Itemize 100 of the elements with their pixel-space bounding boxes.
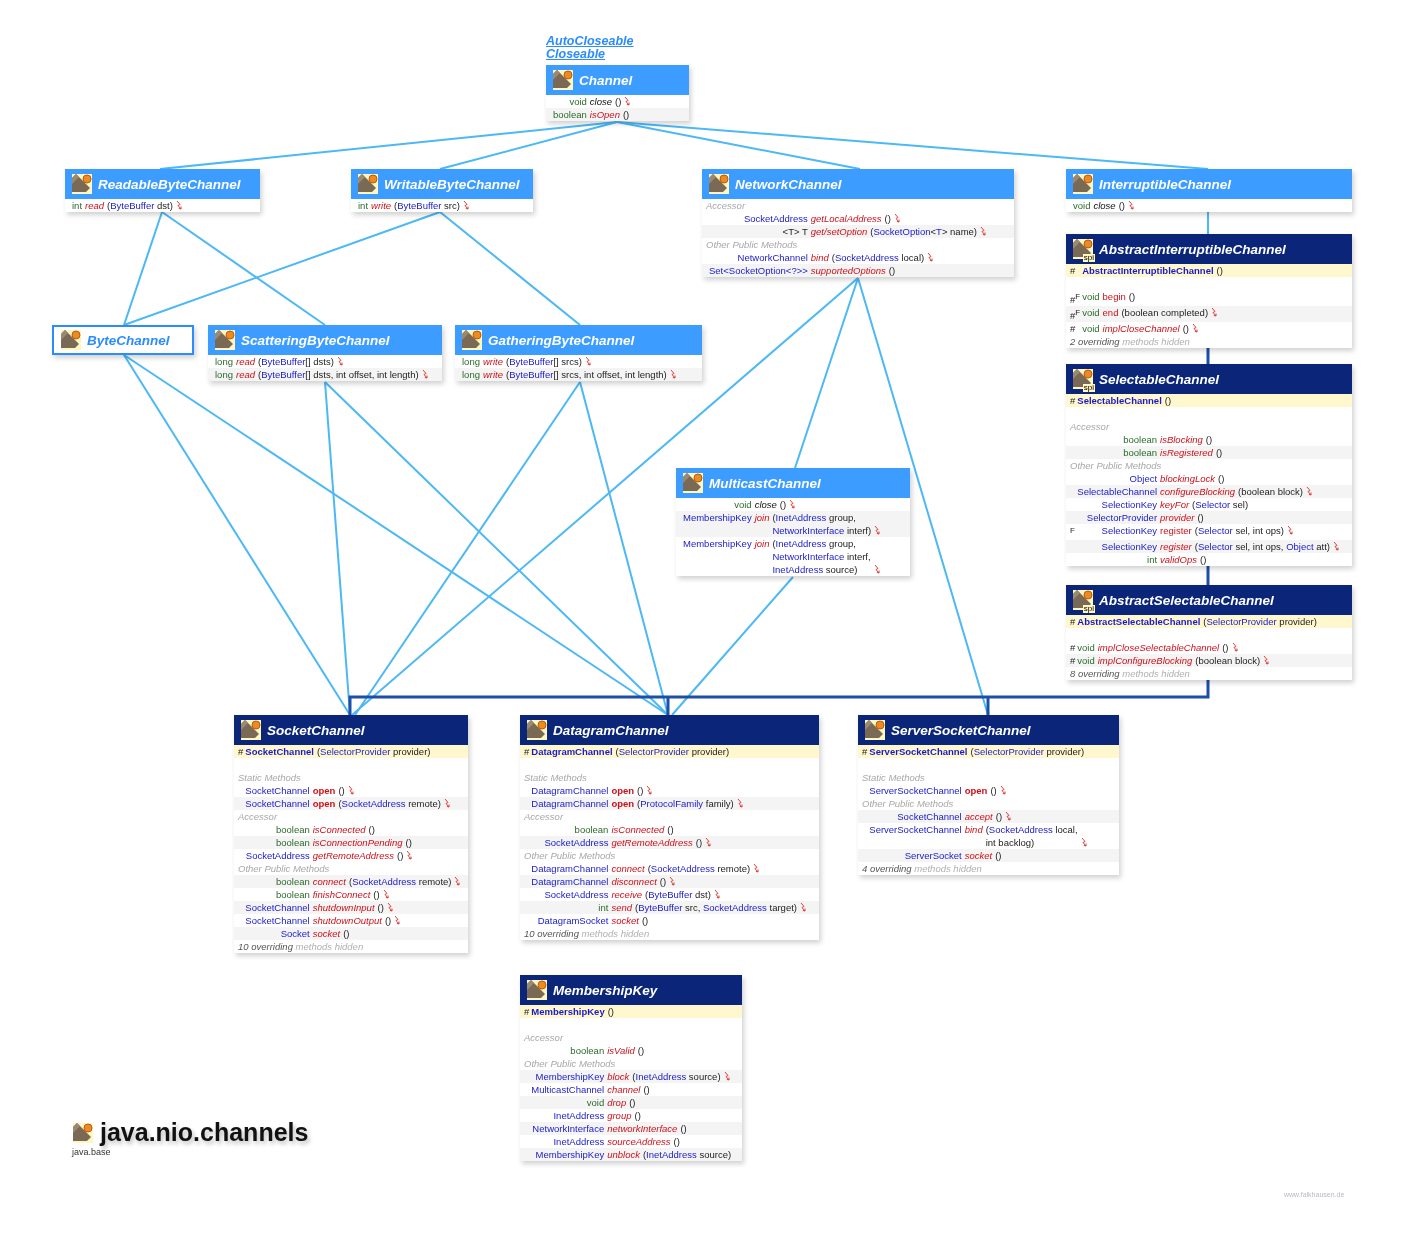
method-signature[interactable]: isOpen (): [589, 108, 630, 121]
section-label: Other Public Methods: [523, 1058, 616, 1069]
method-signature[interactable]: validOps (): [1160, 553, 1207, 567]
return-type: SocketAddress: [245, 850, 310, 861]
return-type: SocketChannel: [245, 798, 310, 809]
class-icon: [1072, 589, 1094, 611]
return-type: SocketChannel: [897, 811, 962, 822]
method-signature[interactable]: channel (): [607, 1083, 650, 1096]
method-signature[interactable]: isBlocking (): [1160, 433, 1213, 446]
method-signature[interactable]: isValid (): [607, 1044, 645, 1057]
method-signature[interactable]: write (ByteBuffer[] srcs): [482, 355, 582, 368]
hidden-methods-note: 10 overriding methods hidden: [523, 928, 650, 939]
method-signature[interactable]: join (InetAddress group, NetworkInterface interf): [754, 511, 872, 537]
method-signature[interactable]: open (): [312, 784, 345, 797]
class-name[interactable]: DatagramChannel: [553, 722, 669, 738]
method-signature[interactable]: open (SocketAddress remote): [312, 797, 441, 810]
method-signature[interactable]: open (ProtocolFamily family): [611, 797, 734, 810]
modifier: #: [1070, 395, 1076, 406]
method-signature[interactable]: implCloseSelectableChannel (): [1097, 641, 1229, 654]
method-signature[interactable]: disconnect (): [611, 875, 667, 888]
method-signature[interactable]: socket (): [964, 849, 1002, 862]
method-signature[interactable]: register (Selector sel, int ops): [1160, 524, 1284, 537]
method-signature[interactable]: shutdownOutput (): [312, 914, 392, 927]
return-type: void: [1077, 655, 1095, 666]
method-signature[interactable]: open (): [611, 784, 644, 797]
method-signature[interactable]: drop (): [607, 1096, 636, 1109]
method-signature[interactable]: write (ByteBuffer src): [371, 199, 460, 212]
method-signature[interactable]: end (boolean completed): [1102, 306, 1209, 320]
class-icon: [708, 173, 730, 195]
method-signature[interactable]: isConnectionPending (): [312, 836, 412, 849]
class-icon: [60, 329, 82, 351]
method-signature[interactable]: isConnected (): [312, 823, 375, 836]
class-name[interactable]: SocketChannel: [267, 722, 365, 738]
method-signature[interactable]: keyFor (Selector sel): [1160, 498, 1249, 511]
constructor-signature[interactable]: SocketChannel (SelectorProvider provider): [245, 745, 431, 758]
method-signature[interactable]: bind (SocketAddress local): [810, 251, 925, 264]
class-icon: [864, 719, 886, 741]
section-label: Other Public Methods: [237, 863, 330, 874]
method-signature[interactable]: networkInterface (): [607, 1122, 687, 1135]
class-name[interactable]: AbstractInterruptibleChannel: [1099, 241, 1286, 257]
method-signature[interactable]: unblock (InetAddress source): [607, 1148, 732, 1161]
return-type: MembershipKey: [683, 538, 752, 549]
method-signature[interactable]: getRemoteAddress (): [611, 836, 703, 849]
method-signature[interactable]: block (InetAddress source): [607, 1070, 721, 1083]
method-signature[interactable]: accept (): [964, 810, 1003, 823]
method-signature[interactable]: begin (): [1102, 290, 1136, 303]
method-signature[interactable]: isConnected (): [611, 823, 674, 836]
method-signature[interactable]: finishConnect (): [312, 888, 380, 901]
method-signature[interactable]: receive (ByteBuffer dst): [611, 888, 711, 901]
method-signature[interactable]: read (ByteBuffer[] dsts): [235, 355, 334, 368]
method-signature[interactable]: send (ByteBuffer src, SocketAddress target): [611, 901, 797, 914]
method-signature[interactable]: connect (SocketAddress remote): [312, 875, 452, 888]
method-signature[interactable]: close (): [589, 95, 622, 108]
constructor-signature[interactable]: DatagramChannel (SelectorProvider provider): [531, 745, 730, 758]
class-name[interactable]: AbstractSelectableChannel: [1099, 592, 1274, 608]
method-signature[interactable]: provider (): [1160, 511, 1204, 524]
return-type: DatagramSocket: [537, 915, 609, 926]
section-label: Accessor: [523, 1032, 564, 1043]
method-signature[interactable]: group (): [607, 1109, 641, 1122]
constructor-signature[interactable]: ServerSocketChannel (SelectorProvider provider): [869, 745, 1085, 758]
constructor-signature[interactable]: SelectableChannel (): [1077, 394, 1172, 407]
module-name: java.base: [72, 1147, 112, 1157]
method-signature[interactable]: bind (SocketAddress local, int backlog): [964, 823, 1078, 849]
section-label: Accessor: [237, 811, 278, 822]
method-signature[interactable]: read (ByteBuffer[] dsts, int offset, int length): [235, 368, 419, 381]
class-name[interactable]: SelectableChannel: [1099, 371, 1220, 387]
method-signature[interactable]: implConfigureBlocking (boolean block): [1097, 654, 1261, 667]
method-signature[interactable]: configureBlocking (boolean block): [1160, 485, 1304, 498]
method-signature[interactable]: getRemoteAddress (): [312, 849, 404, 862]
method-signature[interactable]: blockingLock (): [1160, 472, 1225, 485]
method-signature[interactable]: isRegistered (): [1160, 446, 1223, 459]
method-signature[interactable]: socket (): [611, 914, 649, 927]
method-signature[interactable]: shutdownInput (): [312, 901, 384, 914]
method-signature[interactable]: close (): [1093, 199, 1125, 212]
method-signature[interactable]: open (): [964, 784, 997, 797]
return-type: boolean: [570, 1045, 605, 1056]
constructor-signature[interactable]: MembershipKey (): [531, 1005, 614, 1018]
method-signature[interactable]: implCloseChannel (): [1102, 322, 1189, 336]
method-signature[interactable]: register (Selector sel, int ops, Object att): [1160, 540, 1330, 554]
hidden-methods-note: 2 overriding methods hidden: [1069, 336, 1190, 348]
method-signature[interactable]: getLocalAddress (): [810, 212, 891, 225]
return-type: InetAddress: [553, 1110, 605, 1121]
return-type: ServerSocketChannel: [869, 824, 962, 835]
return-type: int: [598, 902, 609, 913]
method-signature[interactable]: join (InetAddress group, NetworkInterface interf, InetAddress source): [754, 537, 871, 576]
class-name[interactable]: ServerSocketChannel: [891, 722, 1031, 738]
class-name[interactable]: MembershipKey: [553, 982, 658, 998]
method-signature[interactable]: write (ByteBuffer[] srcs, int offset, int length): [482, 368, 667, 381]
method-signature[interactable]: read (ByteBuffer dst): [85, 199, 173, 212]
return-type: void: [586, 1097, 605, 1108]
method-signature[interactable]: sourceAddress (): [607, 1135, 680, 1148]
constructor-signature[interactable]: AbstractInterruptibleChannel (): [1082, 264, 1223, 277]
modifier: #$^{F}$: [1070, 294, 1081, 306]
method-signature[interactable]: socket (): [312, 927, 350, 940]
method-signature[interactable]: connect (SocketAddress remote): [611, 862, 751, 875]
method-signature[interactable]: get/setOption (SocketOption<T> name): [810, 225, 977, 238]
constructor-signature[interactable]: AbstractSelectableChannel (SelectorProvider provider): [1077, 615, 1317, 628]
return-type: void: [1082, 323, 1100, 335]
method-signature[interactable]: close (): [754, 498, 787, 511]
method-signature[interactable]: supportedOptions (): [810, 264, 896, 277]
